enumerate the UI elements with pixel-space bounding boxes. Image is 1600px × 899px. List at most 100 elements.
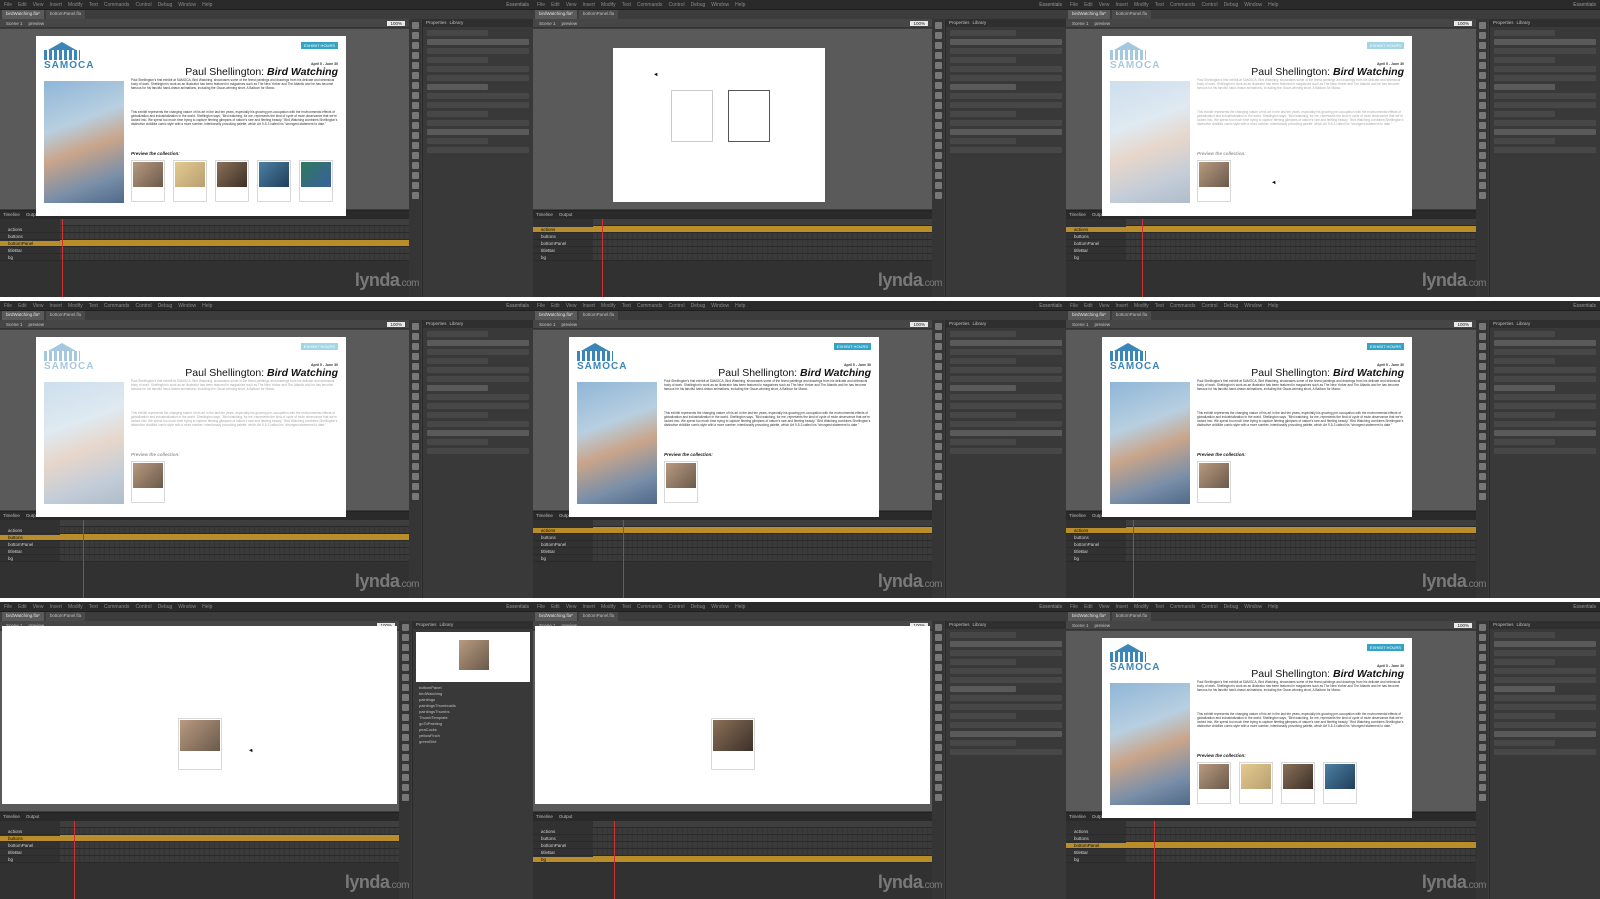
- document-tab[interactable]: bottomPanel.fla: [578, 311, 619, 320]
- tool-icon[interactable]: [934, 383, 942, 390]
- tool-icon[interactable]: [411, 493, 419, 500]
- zoom-select[interactable]: 100%: [1454, 321, 1472, 327]
- library-item[interactable]: yellowFinch: [419, 733, 527, 738]
- panel-tab[interactable]: Properties: [416, 621, 437, 629]
- tool-icon[interactable]: [411, 423, 419, 430]
- property-field[interactable]: [950, 349, 1062, 355]
- tool-icon[interactable]: [934, 152, 942, 159]
- property-field[interactable]: [1494, 695, 1596, 701]
- timeline-layer[interactable]: buttons: [533, 835, 932, 842]
- tool-icon[interactable]: [1478, 333, 1486, 340]
- tool-icon[interactable]: [1478, 764, 1486, 771]
- tool-icon[interactable]: [1478, 664, 1486, 671]
- layer-frames[interactable]: [593, 856, 932, 862]
- tool-icon[interactable]: [1478, 734, 1486, 741]
- property-field[interactable]: [1494, 659, 1555, 665]
- tool-icon[interactable]: [401, 644, 409, 651]
- tool-icon[interactable]: [411, 383, 419, 390]
- timeline-layer[interactable]: titleBar: [533, 849, 932, 856]
- tool-icon[interactable]: [1478, 754, 1486, 761]
- property-field[interactable]: [427, 367, 529, 373]
- property-field[interactable]: [950, 66, 1062, 72]
- property-field[interactable]: [950, 695, 1062, 701]
- menu-item[interactable]: Control: [1201, 2, 1217, 8]
- property-field[interactable]: [427, 129, 529, 135]
- tool-icon[interactable]: [1478, 363, 1486, 370]
- tool-icon[interactable]: [411, 172, 419, 179]
- tool-icon[interactable]: [1478, 192, 1486, 199]
- painting-thumbnail[interactable]: [664, 461, 698, 503]
- timeline-layer[interactable]: buttons: [533, 534, 932, 541]
- zoom-select[interactable]: 100%: [910, 321, 928, 327]
- property-field[interactable]: [1494, 93, 1596, 99]
- timeline-layer[interactable]: actions: [1066, 828, 1476, 835]
- menu-item[interactable]: File: [4, 303, 12, 309]
- painting-thumbnail[interactable]: [299, 160, 333, 202]
- property-field[interactable]: [950, 668, 1062, 674]
- tool-icon[interactable]: [934, 684, 942, 691]
- tool-icon[interactable]: [934, 704, 942, 711]
- menu-item[interactable]: Commands: [104, 604, 130, 610]
- layer-frames[interactable]: [60, 534, 409, 540]
- timeline-layer[interactable]: titleBar: [533, 247, 932, 254]
- panel-tab[interactable]: Properties: [426, 320, 447, 328]
- document-tab[interactable]: birdWatching.fla*: [2, 311, 44, 320]
- tool-icon[interactable]: [411, 192, 419, 199]
- property-field[interactable]: [950, 111, 1016, 117]
- layer-frames[interactable]: [593, 247, 932, 253]
- playhead[interactable]: [614, 821, 615, 899]
- scene-label[interactable]: Scene 1: [6, 21, 23, 26]
- timeline-layer[interactable]: actions: [533, 226, 932, 233]
- tool-icon[interactable]: [1478, 82, 1486, 89]
- tool-icon[interactable]: [1478, 393, 1486, 400]
- menu-item[interactable]: Insert: [1115, 303, 1128, 309]
- menu-item[interactable]: Help: [735, 604, 745, 610]
- menu-item[interactable]: Insert: [1115, 2, 1128, 8]
- tool-icon[interactable]: [934, 72, 942, 79]
- menu-item[interactable]: Text: [1155, 303, 1164, 309]
- panel-tab[interactable]: Library: [973, 320, 987, 328]
- tool-icon[interactable]: [411, 72, 419, 79]
- symbol-breadcrumb[interactable]: preview: [562, 322, 578, 327]
- library-item[interactable]: ThumbTemplate: [419, 715, 527, 720]
- property-field[interactable]: [1494, 331, 1555, 337]
- menu-item[interactable]: Debug: [691, 303, 706, 309]
- layer-frames[interactable]: [593, 254, 932, 260]
- layer-frames[interactable]: [60, 849, 399, 855]
- menu-item[interactable]: Commands: [637, 604, 663, 610]
- document-tab[interactable]: bottomPanel.fla: [45, 311, 86, 320]
- panel-tab[interactable]: Library: [450, 19, 464, 27]
- timeline-tab[interactable]: Timeline: [3, 512, 20, 520]
- property-field[interactable]: [1494, 129, 1596, 135]
- menu-item[interactable]: Debug: [1224, 303, 1239, 309]
- property-field[interactable]: [427, 331, 488, 337]
- menu-item[interactable]: Commands: [1170, 604, 1196, 610]
- property-field[interactable]: [427, 358, 488, 364]
- property-field[interactable]: [427, 138, 488, 144]
- layer-frames[interactable]: [1126, 534, 1476, 540]
- menu-item[interactable]: File: [1070, 604, 1078, 610]
- property-field[interactable]: [1494, 120, 1596, 126]
- layer-frames[interactable]: [593, 548, 932, 554]
- tool-icon[interactable]: [1478, 323, 1486, 330]
- menu-item[interactable]: Help: [735, 303, 745, 309]
- menu-item[interactable]: Help: [202, 303, 212, 309]
- tool-icon[interactable]: [1478, 152, 1486, 159]
- panel-tab[interactable]: Properties: [949, 320, 970, 328]
- tool-icon[interactable]: [1478, 132, 1486, 139]
- menu-item[interactable]: View: [33, 303, 44, 309]
- scene-label[interactable]: Scene 1: [1072, 623, 1089, 628]
- layer-frames[interactable]: [60, 828, 399, 834]
- tool-icon[interactable]: [934, 162, 942, 169]
- menu-item[interactable]: File: [537, 604, 545, 610]
- timeline-layer[interactable]: actions: [0, 527, 409, 534]
- playhead[interactable]: [1133, 520, 1134, 598]
- tool-icon[interactable]: [934, 323, 942, 330]
- menu-item[interactable]: Edit: [1084, 604, 1093, 610]
- property-field[interactable]: [427, 57, 488, 63]
- workspace-switcher[interactable]: Essentials: [1039, 604, 1062, 610]
- property-field[interactable]: [427, 412, 488, 418]
- tool-icon[interactable]: [934, 724, 942, 731]
- menu-item[interactable]: Modify: [1134, 604, 1149, 610]
- property-field[interactable]: [1494, 650, 1596, 656]
